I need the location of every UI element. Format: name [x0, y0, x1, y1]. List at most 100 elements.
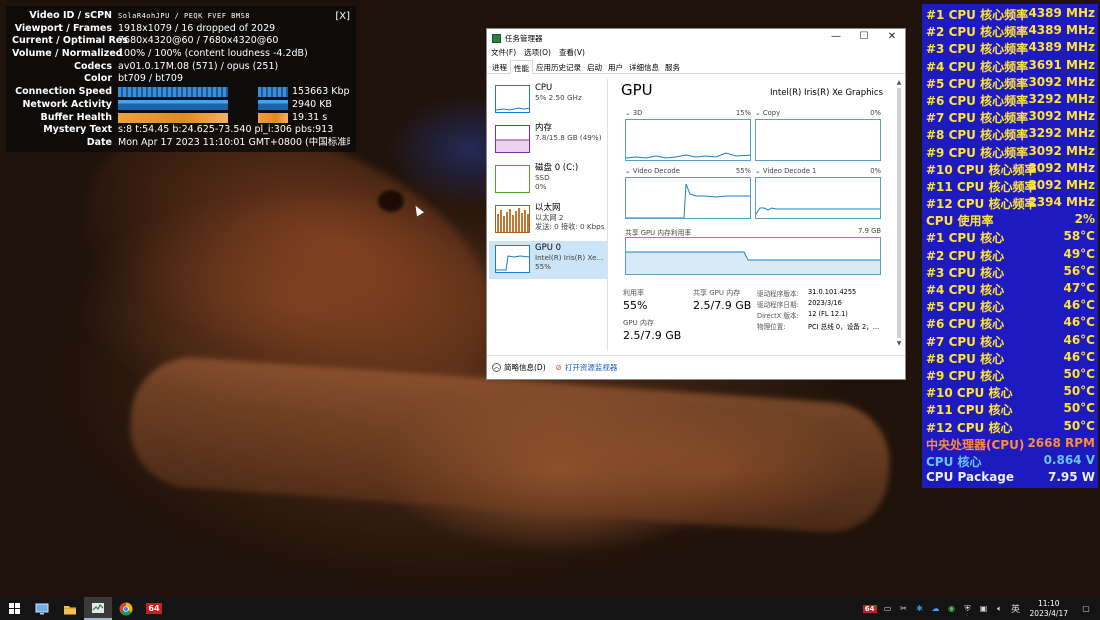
taskbar-app-monitor[interactable]: [28, 597, 56, 620]
open-resource-monitor-link[interactable]: ⊘ 打开资源监视器: [556, 362, 618, 373]
menu-options[interactable]: 选项(O): [524, 47, 551, 60]
tab-startup[interactable]: 启动: [584, 60, 605, 73]
shared-gpu-memory-label: 共享 GPU 内存: [693, 289, 741, 297]
folder-icon: [64, 605, 76, 614]
stats-value: 19.31 s: [292, 111, 328, 123]
tab-users[interactable]: 用户: [605, 60, 626, 73]
wallpaper-lizard-eye: [378, 190, 404, 212]
resource-sub: 55%: [535, 262, 551, 271]
window-title: 任务管理器: [505, 33, 543, 43]
tray-ime-indicator[interactable]: 英: [1010, 603, 1022, 615]
tray-tool-icon[interactable]: ✂: [898, 603, 910, 615]
tray-bluetooth-icon[interactable]: ✱: [914, 603, 926, 615]
osd-value: 3092 MHz: [1028, 74, 1095, 89]
title-bar[interactable]: 任务管理器 — ☐ ✕: [487, 29, 905, 47]
tab-app-history[interactable]: 应用历史记录: [533, 60, 584, 73]
tray-network-icon[interactable]: ▣: [978, 603, 990, 615]
taskbar-app-task-manager[interactable]: [84, 597, 112, 620]
shared-gpu-memory-value: 2.5/7.9 GB: [693, 299, 752, 312]
tray-aida64-icon[interactable]: 64: [862, 604, 877, 613]
resource-sub: 以太网 2: [535, 213, 564, 222]
stats-row-connection-speed: Connection Speed 153663 Kbps: [12, 86, 350, 99]
resource-item-cpu[interactable]: CPU 5% 2.50 GHz: [489, 81, 607, 119]
taskbar-app-aida64[interactable]: 64: [140, 597, 168, 620]
osd-value: 7.95 W: [1047, 470, 1095, 485]
osd-value: 3092 MHz: [1028, 109, 1095, 124]
tray-security-icon[interactable]: ⛨: [962, 603, 974, 615]
buffer-health-graph-small: [258, 112, 288, 123]
task-manager-icon: [492, 33, 501, 43]
osd-value: 49°C: [1063, 246, 1095, 261]
scroll-up-icon[interactable]: ▲: [895, 79, 903, 86]
tray-wechat-icon[interactable]: ◉: [946, 603, 958, 615]
stats-row-color: Color bt709 / bt709: [12, 73, 350, 86]
directx-version-key: DirectX 版本:: [757, 312, 799, 320]
aida64-icon: 64: [146, 603, 162, 614]
resource-item-gpu[interactable]: GPU 0 Intel(R) Iris(R) Xe... 55%: [489, 241, 607, 279]
menu-view[interactable]: 查看(V): [559, 47, 585, 60]
osd-value: 4389 MHz: [1028, 6, 1095, 20]
maximize-button[interactable]: ☐: [851, 31, 877, 42]
stats-close-button[interactable]: [X]: [335, 11, 350, 24]
stats-label: Viewport / Frames: [14, 22, 112, 34]
osd-row: #1 CPU 核心频率 4389 MHz: [922, 4, 1098, 22]
action-center-icon[interactable]: ▢: [1080, 603, 1092, 615]
engine-graph-3d: [625, 119, 751, 161]
tray-volume-icon[interactable]: 🔈︎: [994, 603, 1006, 615]
osd-value: 2%: [1074, 212, 1095, 227]
resource-item-disk[interactable]: 磁盘 0 (C:) SSD 0%: [489, 161, 607, 199]
taskbar-app-chrome[interactable]: [112, 597, 140, 620]
stats-label: Video ID / sCPN: [29, 10, 112, 21]
clock-time: 11:10: [1037, 598, 1060, 608]
stats-row-video-id: Video ID / sCPN SolaR4ohJPU / PEQK FVEF …: [12, 10, 350, 23]
osd-value: 2668 RPM: [1027, 435, 1095, 450]
engine-selector-video-decode[interactable]: ⌄ Video Decode: [625, 167, 680, 175]
tab-performance[interactable]: 性能: [510, 60, 533, 74]
osd-value: 3691 MHz: [1028, 57, 1095, 72]
resource-title: GPU 0: [535, 243, 562, 253]
close-button[interactable]: ✕: [879, 31, 905, 42]
resource-item-memory[interactable]: 内存 7.8/15.8 GB (49%): [489, 121, 607, 159]
engine-selector-video-decode-1[interactable]: ⌄ Video Decode 1: [755, 167, 816, 175]
vertical-scrollbar[interactable]: ▲ ▼: [895, 79, 903, 351]
start-button[interactable]: [0, 597, 28, 620]
tab-processes[interactable]: 进程: [489, 60, 510, 73]
resource-monitor-label: 打开资源监视器: [564, 363, 618, 372]
osd-value: 50°C: [1063, 401, 1095, 416]
menu-file[interactable]: 文件(F): [491, 47, 516, 60]
engine-selector-3d[interactable]: ⌄ 3D: [625, 109, 642, 117]
gpu-mini-graph: [495, 245, 530, 273]
fewer-details-button[interactable]: ︿ 简略信息(D): [492, 362, 546, 373]
stats-row-buffer-health: Buffer Health 19.31 s: [12, 112, 350, 125]
tray-app-icon[interactable]: ▭: [882, 603, 894, 615]
osd-row: #10 CPU 核心 50°C: [922, 382, 1098, 400]
osd-row: #12 CPU 核心 50°C: [922, 417, 1098, 435]
osd-row: #6 CPU 核心 46°C: [922, 313, 1098, 331]
engine-selector-copy[interactable]: ⌄ Copy: [755, 109, 780, 117]
engine-name: Video Decode 1: [762, 167, 817, 175]
stats-label: Codecs: [73, 60, 112, 72]
osd-value: 0.864 V: [1043, 452, 1095, 467]
resource-title: 以太网: [535, 203, 561, 213]
shared-memory-max: 7.9 GB: [858, 227, 881, 235]
scroll-thumb[interactable]: [897, 88, 901, 338]
tab-details[interactable]: 详细信息: [626, 60, 662, 73]
taskbar-app-file-explorer[interactable]: [56, 597, 84, 620]
minimize-button[interactable]: —: [823, 31, 849, 42]
memory-mini-graph: [495, 125, 530, 153]
scroll-down-icon[interactable]: ▼: [895, 340, 903, 347]
directx-version-value: 12 (FL 12.1): [808, 310, 848, 318]
taskbar-clock[interactable]: 11:10 2023/4/17: [1030, 599, 1068, 619]
engine-percent: 15%: [735, 109, 751, 117]
osd-row: #4 CPU 核心 47°C: [922, 279, 1098, 297]
fewer-details-label: 简略信息(D): [504, 363, 546, 372]
resource-item-ethernet[interactable]: 以太网 以太网 2 发送: 0 接收: 0 Kbps: [489, 201, 607, 239]
shared-memory-label: 共享 GPU 内存利用率: [625, 229, 692, 237]
menu-bar: 文件(F) 选项(O) 查看(V): [487, 47, 905, 60]
shared-memory-graph: [625, 237, 881, 275]
stats-value: av01.0.17M.08 (571) / opus (251): [118, 60, 279, 72]
tray-cloud-icon[interactable]: ☁: [930, 603, 942, 615]
osd-value: 50°C: [1063, 418, 1095, 433]
tab-services[interactable]: 服务: [662, 60, 683, 73]
osd-row: #3 CPU 核心 56°C: [922, 262, 1098, 280]
